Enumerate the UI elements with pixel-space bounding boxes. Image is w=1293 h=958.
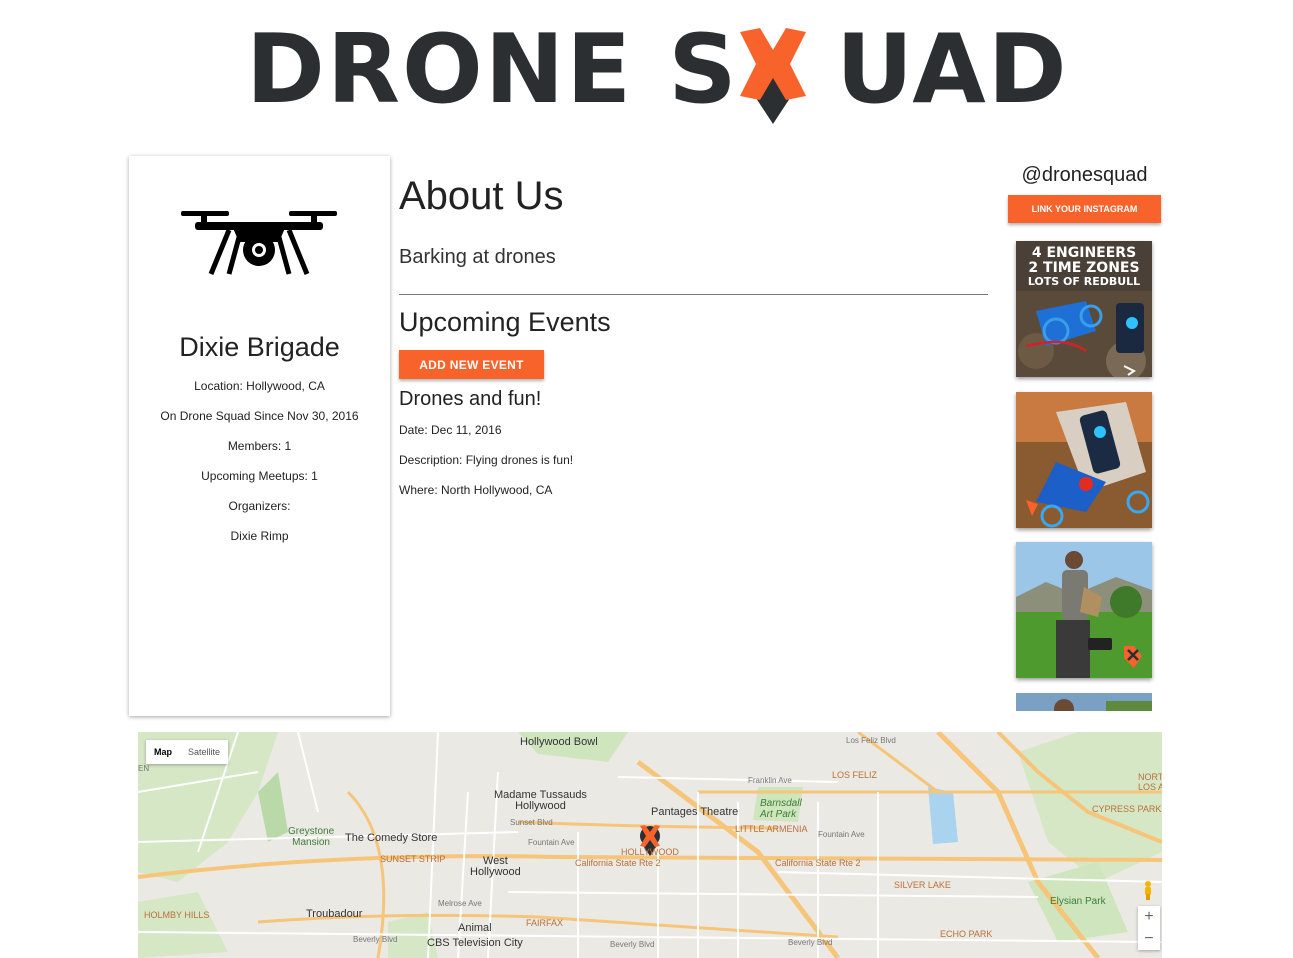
event-title[interactable]: Drones and fun! [399, 388, 541, 411]
map-type-map-button[interactable]: Map [146, 740, 180, 764]
map-type-control: Map Satellite [146, 740, 229, 764]
map-label-franklin: Franklin Ave [748, 776, 792, 785]
map-label-west-hollywood: West Hollywood [470, 855, 521, 878]
map-label-ca-rte2-west: California State Rte 2 [575, 858, 661, 868]
organizers-label: Organizers: [228, 499, 291, 513]
map-label-cbs-television-city: CBS Television City [427, 937, 523, 949]
photo-caption-line-1: 4 ENGINEERS [1032, 245, 1136, 261]
location-text: Location: Hollywood, CA [194, 379, 325, 393]
zoom-in-button[interactable]: + [1138, 906, 1160, 928]
map-label-fairfax: FAIRFAX [526, 918, 564, 928]
add-new-event-button[interactable]: ADD NEW EVENT [399, 350, 544, 379]
map-label-sunset-strip: SUNSET STRIP [380, 854, 446, 864]
map-label-sunset-blvd: Sunset Blvd [510, 818, 553, 827]
map-label-comedy-store: The Comedy Store [345, 832, 438, 844]
map-label-barnsdall: Barnsdall Art Park [760, 798, 802, 820]
event-description: Description: Flying drones is fun! [399, 453, 574, 467]
quadcopter-drone-icon [181, 211, 337, 275]
photo-caption-line-2: 2 TIME ZONES [1028, 260, 1139, 276]
map-label-little-armenia: LITTLE ARMENIA [735, 824, 808, 834]
map-label-ca-rte2-east: California State Rte 2 [775, 858, 861, 868]
map-label-cypress-park: CYPRESS PARK [1092, 804, 1162, 814]
map-label-troubadour: Troubadour [306, 908, 363, 920]
street-view-pegman-icon[interactable] [1142, 880, 1154, 900]
group-name: Dixie Brigade [179, 332, 340, 362]
instagram-photo-2[interactable] [1016, 392, 1152, 528]
map-label-melrose-ave: Melrose Ave [438, 899, 482, 908]
map-label-north-los-angeles: NORT LOS A [1138, 772, 1162, 792]
photo-caption-line-3: LOTS OF REDBULL [1028, 275, 1140, 288]
location-x-marker-icon [740, 28, 806, 124]
zoom-out-button[interactable]: − [1138, 928, 1160, 950]
map-label-madame-tussauds: Madame Tussauds Hollywood [494, 789, 587, 812]
section-divider [399, 294, 988, 295]
map-label-echo-park: ECHO PARK [940, 929, 993, 939]
about-us-text: Barking at drones [399, 246, 556, 268]
map-label-beverly-blvd-3: Beverly Blvd [788, 938, 833, 947]
map-label-holmby-hills: HOLMBY HILLS [144, 910, 210, 920]
map-label-hollywood-bowl: Hollywood Bowl [520, 736, 598, 748]
map-label-elysian-park: Elysian Park [1050, 896, 1106, 907]
map-label-fountain-ave-2: Fountain Ave [818, 830, 865, 839]
group-profile-card: Dixie Brigade Location: Hollywood, CA On… [129, 156, 390, 716]
event-date: Date: Dec 11, 2016 [399, 423, 502, 437]
map-label-los-feliz: LOS FELIZ [832, 770, 878, 780]
map-zoom-control: + − [1138, 906, 1160, 950]
member-since-text: On Drone Squad Since Nov 30, 2016 [160, 409, 359, 423]
event-location: Where: North Hollywood, CA [399, 483, 553, 497]
instagram-photo-4[interactable] [1016, 693, 1152, 711]
map-label-hollywood: HOLLYWOOD [621, 847, 679, 857]
map-label-en: EN [138, 764, 150, 773]
upcoming-meetups-count: Upcoming Meetups: 1 [201, 469, 318, 483]
organizer-name[interactable]: Dixie Rimp [129, 529, 390, 543]
logo-text-right: UAD [836, 15, 1069, 125]
instagram-photo-1[interactable]: 4 ENGINEERS 2 TIME ZONES LOTS OF REDBULL [1016, 241, 1152, 377]
map-label-beverly-blvd: Beverly Blvd [353, 935, 398, 944]
members-count: Members: 1 [227, 439, 292, 453]
drone-squad-logo[interactable]: DRONE S UAD [246, 15, 1069, 125]
instagram-photo-3[interactable] [1016, 542, 1152, 678]
location-map[interactable]: Hollywood Bowl Madame Tussauds Hollywood… [138, 732, 1162, 958]
map-type-satellite-button[interactable]: Satellite [180, 740, 228, 764]
map-label-pantages: Pantages Theatre [651, 806, 739, 818]
logo-text-left: DRONE S [246, 15, 739, 125]
instagram-handle: @dronesquad [1021, 164, 1148, 186]
about-us-heading: About Us [399, 174, 564, 218]
map-label-animal: Animal [458, 922, 492, 934]
map-label-greystone: Greystone Mansion [288, 826, 335, 848]
map-label-fountain-ave: Fountain Ave [528, 838, 575, 847]
map-label-silver-lake: SILVER LAKE [894, 880, 951, 890]
map-label-los-feliz-blvd: Los Feliz Blvd [846, 736, 896, 745]
upcoming-events-heading: Upcoming Events [399, 307, 611, 337]
map-label-beverly-blvd-2: Beverly Blvd [610, 940, 655, 949]
link-instagram-button[interactable]: LINK YOUR INSTAGRAM [1008, 195, 1161, 223]
